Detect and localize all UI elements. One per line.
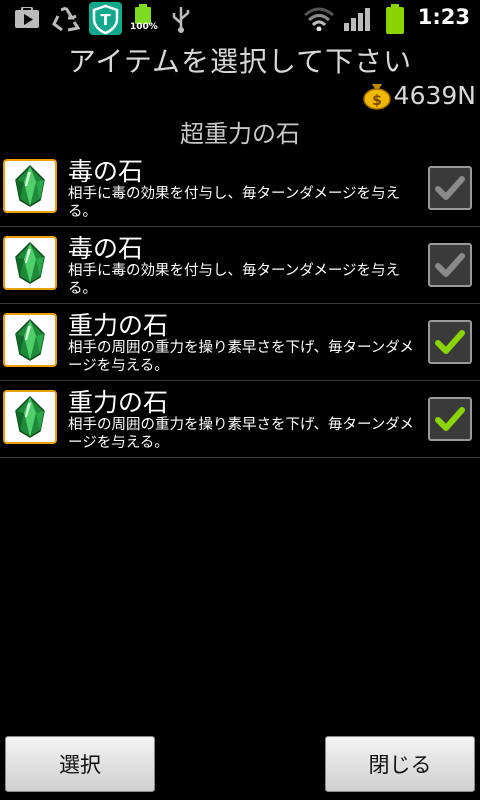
list-item[interactable]: 重力の石 相手の周囲の重力を操り素早さを下げ、毎ターンダメージを与える。	[0, 304, 480, 381]
checkmark-icon	[435, 253, 465, 277]
money-display: $ 4639N	[362, 78, 476, 112]
green-gem-icon	[3, 313, 57, 367]
close-button[interactable]: 閉じる	[325, 736, 475, 792]
checkmark-icon	[435, 176, 465, 200]
battery-icon	[135, 4, 151, 24]
item-description: 相手の周囲の重力を操り素早さを下げ、毎ターンダメージを与える。	[68, 340, 414, 374]
usb-icon	[172, 7, 190, 33]
money-bag-icon: $	[362, 84, 391, 110]
item-checkbox[interactable]	[428, 243, 472, 287]
signal-icon	[344, 8, 370, 31]
item-name: 毒の石	[68, 234, 144, 263]
category-subtitle: 超重力の石	[180, 120, 300, 148]
item-description: 相手の周囲の重力を操り素早さを下げ、毎ターンダメージを与える。	[68, 417, 414, 451]
status-bar: T 100% 1:23	[0, 0, 480, 38]
svg-text:T: T	[100, 11, 111, 29]
item-checkbox[interactable]	[428, 397, 472, 441]
item-checkbox[interactable]	[428, 320, 472, 364]
item-list: 毒の石 相手に毒の効果を付与し、毎ターンダメージを与える。 毒の石 相手に毒の効果を付…	[0, 150, 480, 458]
checkmark-icon	[435, 330, 465, 354]
page-title: アイテムを選択して下さい	[67, 45, 413, 78]
security-shield-icon: T	[89, 2, 122, 35]
checkmark-icon	[435, 407, 465, 431]
svg-text:$: $	[372, 93, 382, 109]
item-description: 相手に毒の効果を付与し、毎ターンダメージを与える。	[68, 263, 401, 297]
green-gem-icon	[3, 390, 57, 444]
item-name: 重力の石	[68, 388, 169, 417]
battery-percent: 100%	[130, 22, 158, 32]
green-gem-icon	[3, 236, 57, 290]
list-item[interactable]: 毒の石 相手に毒の効果を付与し、毎ターンダメージを与える。	[0, 150, 480, 227]
item-name: 重力の石	[68, 311, 169, 340]
battery-full-icon	[386, 4, 404, 34]
recycle-icon	[52, 6, 80, 32]
clock: 1:23	[417, 5, 470, 29]
green-gem-icon	[3, 159, 57, 213]
wifi-icon	[304, 7, 334, 31]
list-item[interactable]: 毒の石 相手に毒の効果を付与し、毎ターンダメージを与える。	[0, 227, 480, 304]
play-store-icon	[15, 7, 39, 28]
item-name: 毒の石	[68, 157, 144, 186]
list-item[interactable]: 重力の石 相手の周囲の重力を操り素早さを下げ、毎ターンダメージを与える。	[0, 381, 480, 458]
money-value: 4639N	[393, 80, 476, 110]
item-checkbox[interactable]	[428, 166, 472, 210]
item-description: 相手に毒の効果を付与し、毎ターンダメージを与える。	[68, 186, 401, 220]
select-button[interactable]: 選択	[5, 736, 155, 792]
